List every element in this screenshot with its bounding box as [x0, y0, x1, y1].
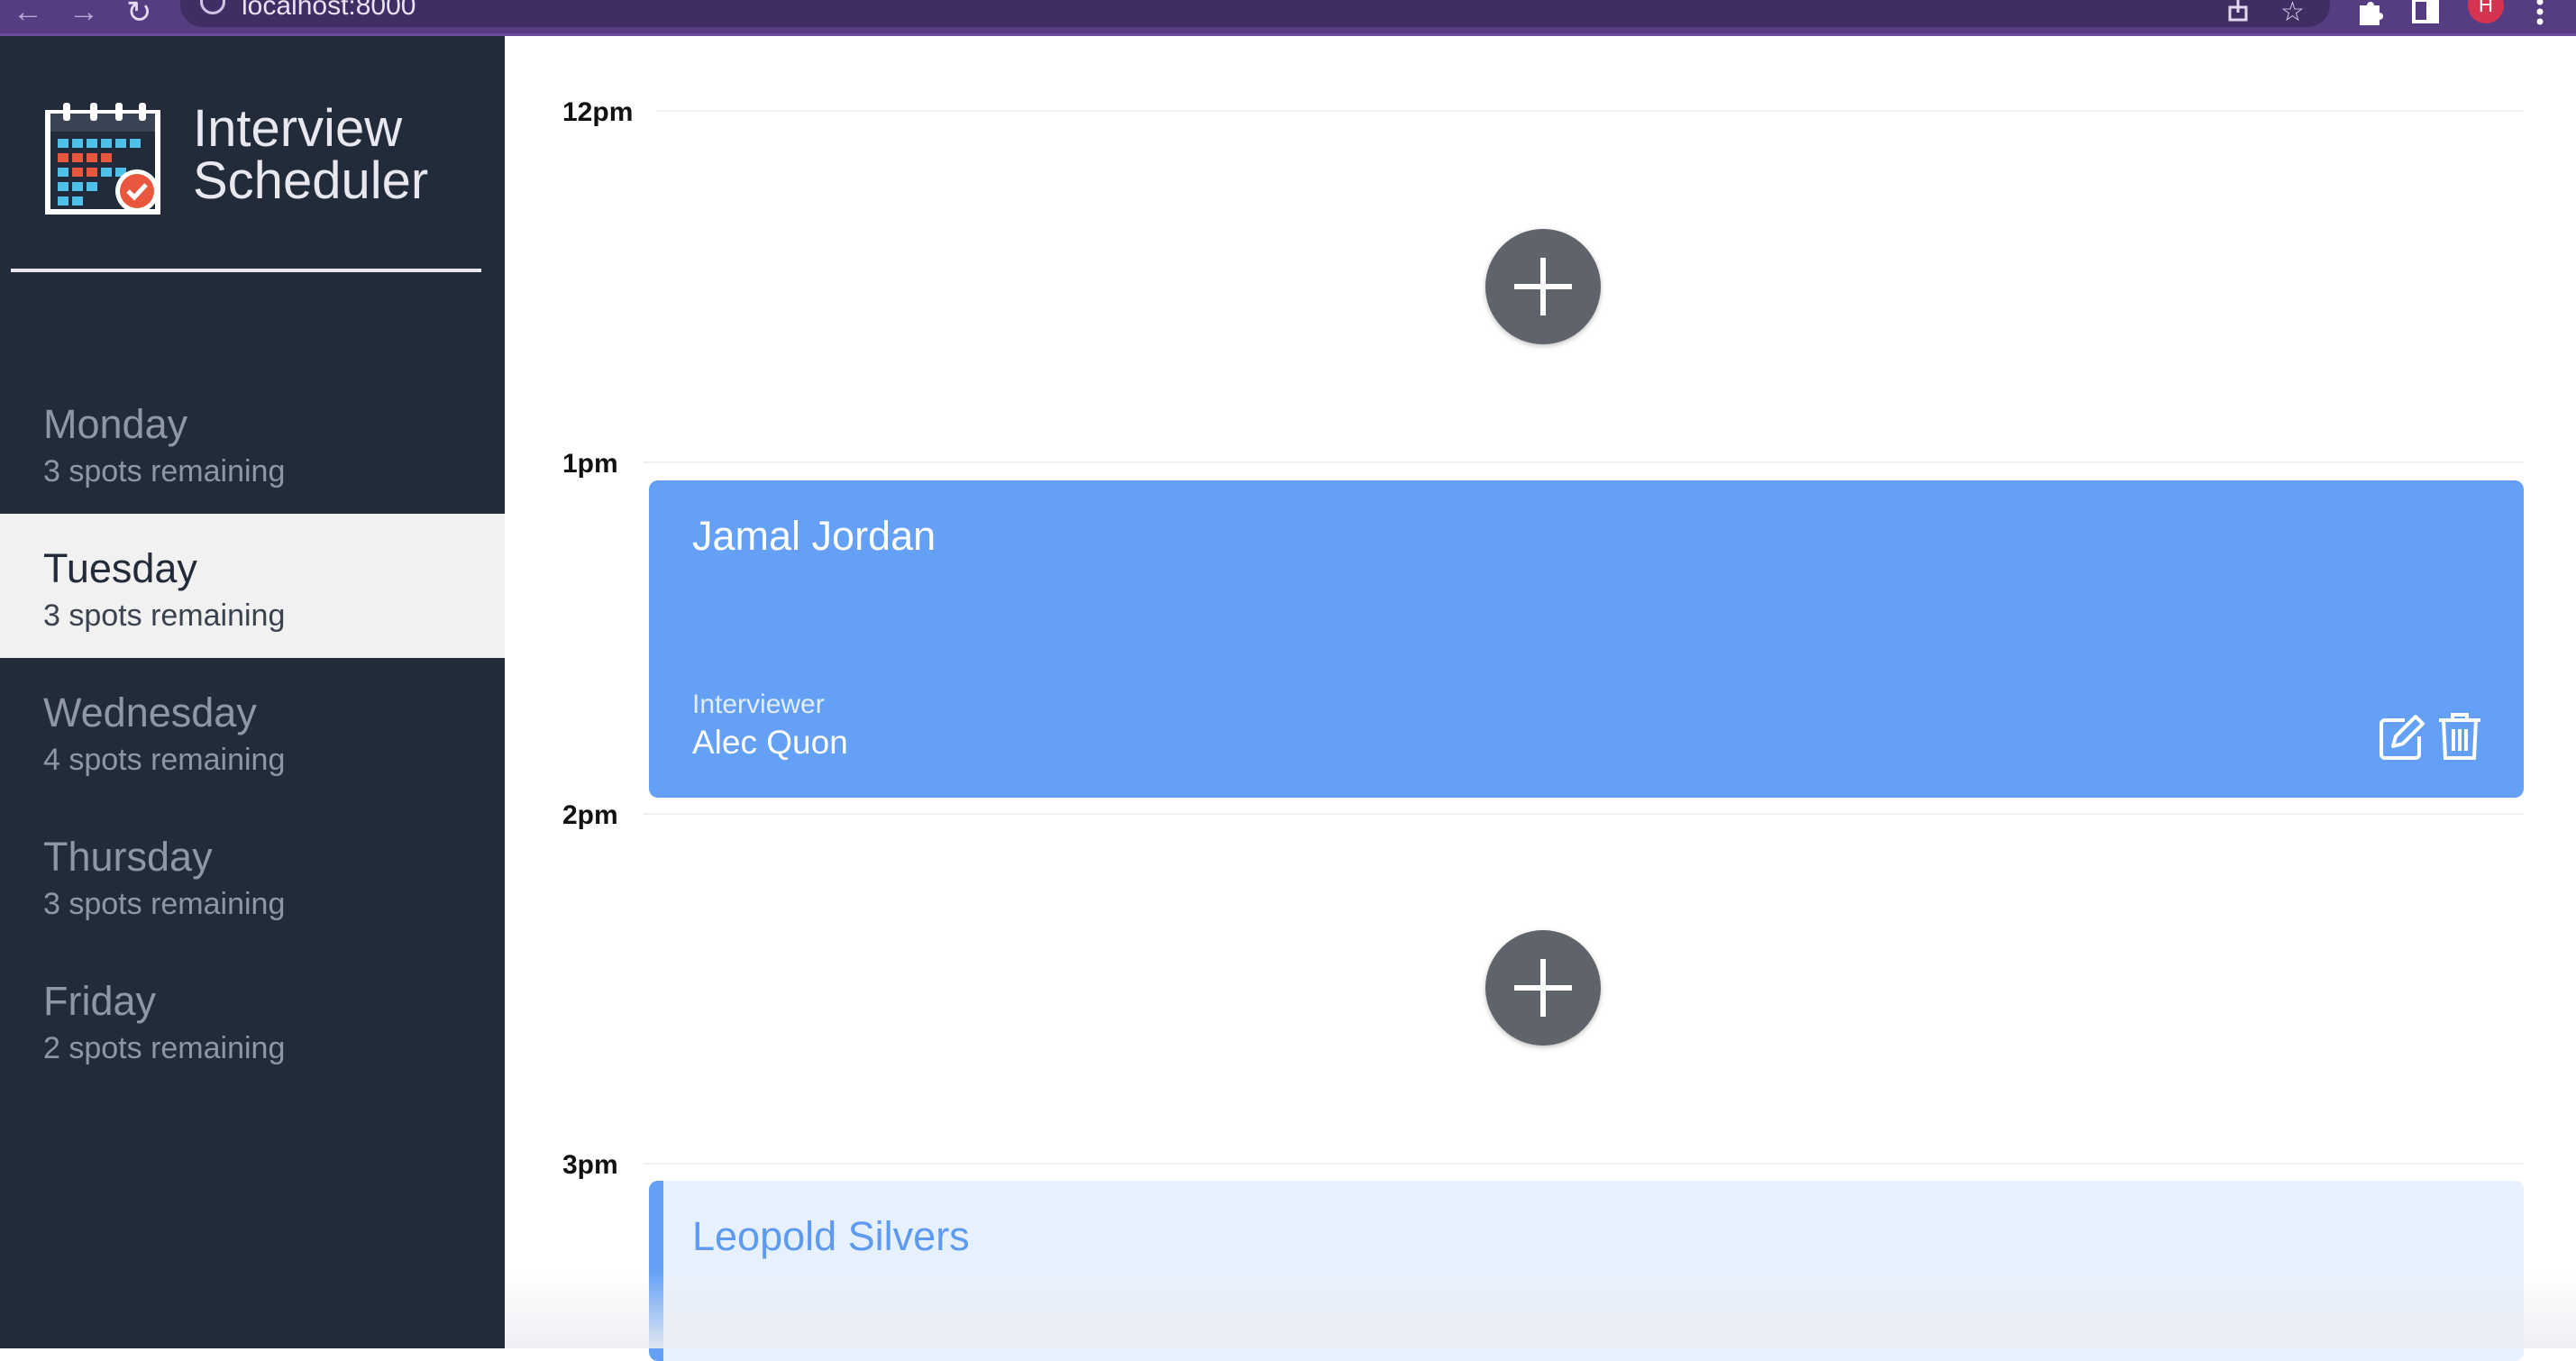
day-name: Tuesday [43, 545, 197, 591]
calendar-logo-icon [45, 103, 160, 215]
day-name: Monday [43, 401, 188, 447]
interviewer-label: Interviewer [692, 690, 825, 719]
slot-divider [644, 813, 2524, 815]
day-item-tuesday[interactable]: Tuesday 3 spots remaining [0, 514, 505, 658]
scroll-fade [505, 1271, 2576, 1348]
profile-avatar[interactable]: H [2468, 0, 2504, 23]
app-title: Interview Scheduler [193, 103, 428, 207]
day-spots: 3 spots remaining [43, 454, 286, 489]
day-spots: 2 spots remaining [43, 1031, 286, 1065]
slot-time-label: 1pm [562, 449, 618, 479]
forward-icon[interactable]: → [69, 0, 99, 30]
interviewer-name: Alec Quon [692, 724, 848, 761]
day-spots: 4 spots remaining [43, 743, 286, 777]
address-bar[interactable] [180, 0, 2330, 27]
slot-divider [656, 110, 2524, 112]
day-item-thursday[interactable]: Thursday 3 spots remaining [0, 802, 505, 946]
day-spots: 3 spots remaining [43, 887, 286, 921]
day-name: Wednesday [43, 690, 257, 735]
slot-divider [644, 461, 2524, 463]
app-title-line2: Scheduler [193, 151, 429, 210]
slot-divider [644, 1163, 2524, 1165]
day-item-friday[interactable]: Friday 2 spots remaining [0, 946, 505, 1091]
slot-time-label: 2pm [562, 800, 618, 830]
appointment-student-name: Jamal Jordan [692, 513, 936, 559]
day-spots: 3 spots remaining [43, 598, 286, 633]
add-appointment-button[interactable] [1485, 930, 1601, 1046]
sidebar: Interview Scheduler Monday 3 spots remai… [0, 36, 505, 1348]
bookmark-star-icon[interactable]: ☆ [2280, 0, 2305, 28]
day-list: Monday 3 spots remaining Tuesday 3 spots… [0, 370, 505, 1091]
add-appointment-button[interactable] [1485, 229, 1601, 344]
browser-toolbar: ← → ↻ localhost:8000 ☆ H [0, 0, 2576, 36]
reload-icon[interactable]: ↻ [126, 0, 152, 31]
share-icon[interactable] [2226, 0, 2250, 23]
extensions-icon[interactable] [2354, 0, 2385, 25]
app-title-line1: Interview [193, 99, 403, 158]
side-panel-icon[interactable] [2412, 0, 2439, 23]
appointment-card[interactable]: Jamal Jordan Interviewer Alec Quon [649, 480, 2524, 798]
day-name: Friday [43, 978, 157, 1024]
slot-time-label: 3pm [562, 1150, 618, 1180]
appointment-student-name: Leopold Silvers [692, 1213, 970, 1259]
day-item-monday[interactable]: Monday 3 spots remaining [0, 370, 505, 514]
day-item-wednesday[interactable]: Wednesday 4 spots remaining [0, 658, 505, 802]
sidebar-divider [11, 269, 481, 272]
edit-icon[interactable] [2378, 713, 2426, 762]
trash-icon[interactable] [2437, 711, 2482, 762]
back-icon[interactable]: ← [13, 0, 43, 30]
url-text[interactable]: localhost:8000 [242, 0, 416, 22]
day-name: Thursday [43, 834, 213, 880]
slot-time-label: 12pm [562, 97, 634, 127]
kebab-menu-icon[interactable] [2535, 0, 2545, 27]
